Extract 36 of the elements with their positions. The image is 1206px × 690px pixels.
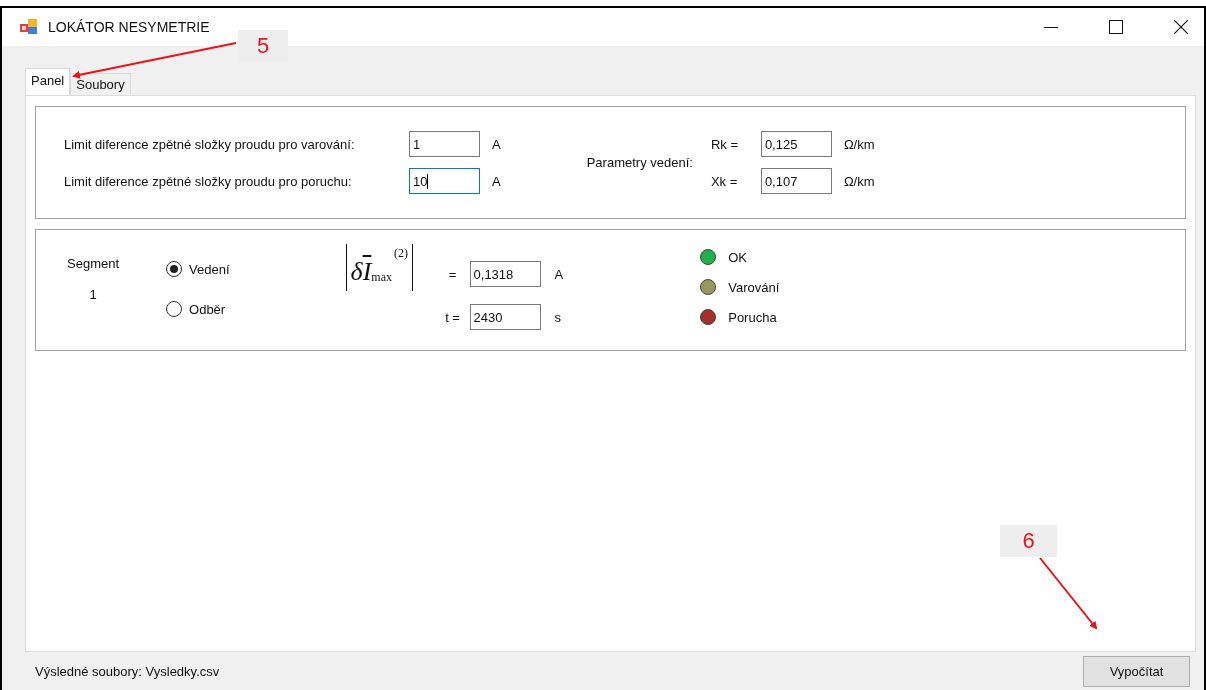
maximize-icon[interactable] xyxy=(1109,20,1123,34)
formula: δImax (2) xyxy=(345,244,413,291)
status-text: Výsledné soubory: Vysledky.csv xyxy=(35,663,220,679)
input-field[interactable]: 1 xyxy=(409,131,480,157)
unit-label: A xyxy=(492,173,501,189)
input-field[interactable]: 10 xyxy=(409,168,480,194)
segment-number: 1 xyxy=(89,287,97,302)
input-field[interactable]: 0,125 xyxy=(760,131,832,157)
field-label: Limit diference zpětné složky proudu pro poruchu: xyxy=(64,173,353,189)
field-label: Parametry vedení: xyxy=(586,155,693,170)
field-label: t = xyxy=(444,309,461,325)
app-icon xyxy=(20,19,40,35)
legend-label: OK xyxy=(728,249,747,265)
callout-label: 6 xyxy=(1000,525,1057,557)
close-icon[interactable] xyxy=(1174,20,1188,34)
input-field[interactable]: 0,107 xyxy=(760,168,832,194)
unit-label: s xyxy=(554,309,562,325)
radio-button[interactable]: Vedení xyxy=(166,261,230,277)
field-label: Limit diference zpětné složky proudu pro varování: xyxy=(64,136,356,152)
unit-label: A xyxy=(554,266,564,282)
unit-label: A xyxy=(492,136,501,152)
tab[interactable]: Soubory xyxy=(70,73,131,95)
input-field[interactable]: 2430 xyxy=(469,304,541,330)
window-title: LOKÁTOR NESYMETRIE xyxy=(48,19,210,35)
field-label: Rk = xyxy=(710,136,739,152)
unit-label: Ω/km xyxy=(843,173,875,189)
tab[interactable]: Panel xyxy=(25,68,71,95)
input-field[interactable]: 0,1318 xyxy=(469,261,541,287)
radio-button[interactable]: Odběr xyxy=(166,301,230,317)
unit-label: Ω/km xyxy=(843,136,875,152)
calculate-button[interactable]: Vypočítat xyxy=(1083,655,1190,687)
legend-label: Porucha xyxy=(728,309,777,325)
field-label: = xyxy=(447,266,458,282)
segment-label: Segment xyxy=(67,256,120,271)
field-label: Xk = xyxy=(710,173,739,189)
legend-label: Varování xyxy=(728,279,780,295)
